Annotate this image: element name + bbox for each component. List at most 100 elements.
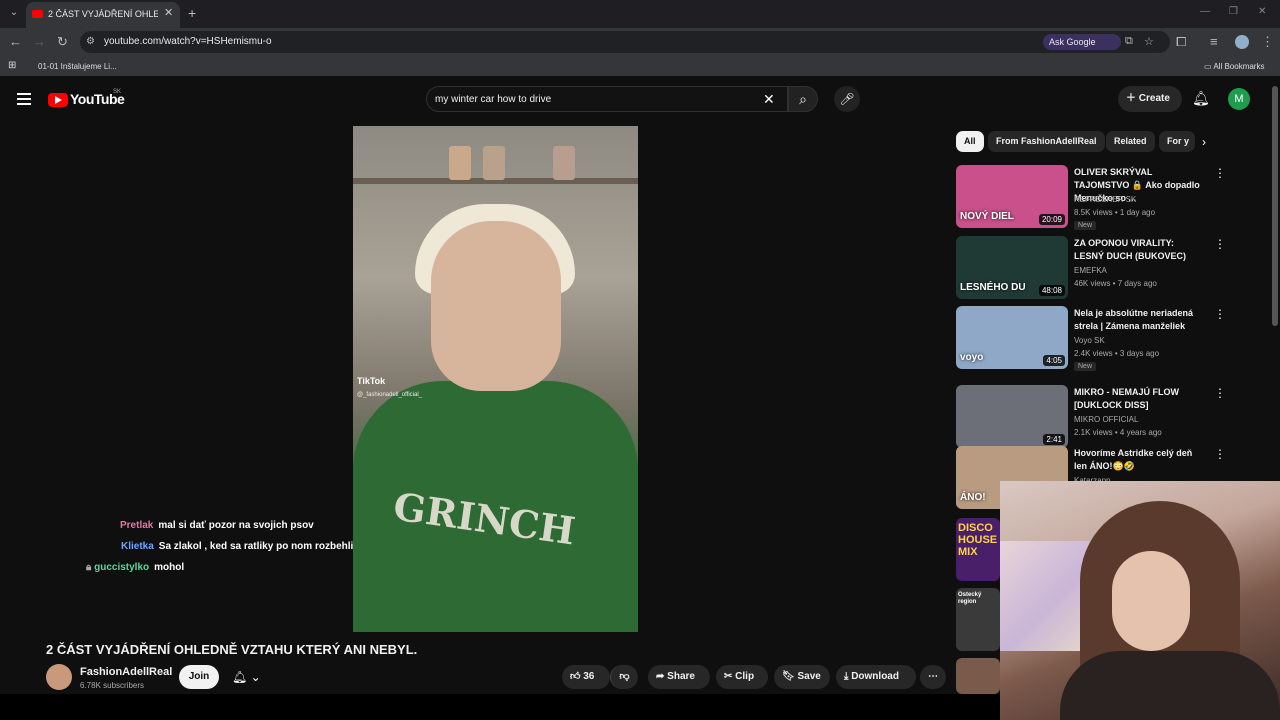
- bookmark-icon: 🔖︎: [782, 671, 795, 682]
- channel-avatar[interactable]: [46, 664, 72, 690]
- address-bar[interactable]: ⚙ youtube.com/watch?v=HSHemismu-o Ask Go…: [80, 31, 1170, 53]
- join-button[interactable]: Join: [179, 665, 219, 689]
- chevron-right-icon[interactable]: ›: [1202, 135, 1206, 149]
- channel-name[interactable]: FashionAdellReal: [80, 666, 172, 678]
- rec-more-icon[interactable]: ⋮: [1214, 447, 1226, 461]
- all-bookmarks-button[interactable]: ▭ All Bookmarks: [1204, 62, 1264, 71]
- rec-title[interactable]: Nela je absolútne neriadená strela | Zám…: [1074, 307, 1206, 333]
- country-code: SK: [113, 89, 122, 95]
- rec-thumbnail[interactable]: [956, 658, 1000, 694]
- rec-title[interactable]: ZA OPONOU VIRALITY: LESNÝ DUCH (BUKOVEC): [1074, 237, 1206, 263]
- browser-tabstrip: ⌄ 2 ČÁST VYJÁDŘENÍ OHLEDNĚ V ✕ + — ❐ ✕: [0, 0, 1280, 28]
- video-jar: [553, 146, 575, 180]
- chip-for-you[interactable]: For y: [1159, 131, 1195, 152]
- create-label: Create: [1138, 93, 1170, 104]
- download-label: Download: [851, 671, 899, 682]
- create-button[interactable]: ＋ Create: [1118, 86, 1182, 112]
- maximize-icon[interactable]: ❐: [1229, 6, 1238, 17]
- search-icon: ⌕: [799, 91, 807, 107]
- bottom-strip: [0, 694, 1000, 720]
- browser-menu-icon[interactable]: ⋮: [1261, 34, 1274, 50]
- download-icon: ⤓: [844, 671, 849, 682]
- clip-label: Clip: [735, 671, 755, 682]
- notifications-bell-icon[interactable]: 🔔︎: [1192, 90, 1210, 107]
- chat-username: Pretlak: [120, 520, 154, 531]
- ask-google-label: Ask Google: [1049, 37, 1096, 47]
- rec-channel[interactable]: REFRESHER SK: [1074, 195, 1136, 204]
- reload-icon[interactable]: ↻: [57, 34, 68, 50]
- reading-list-icon[interactable]: ≡: [1210, 34, 1218, 49]
- search-query[interactable]: my winter car how to drive: [435, 94, 551, 105]
- video-face: [431, 221, 561, 391]
- chat-message: Pretlak mal si dať pozor na svojich psov: [120, 520, 314, 531]
- video-player[interactable]: GRINCH TikTok @_fashionadell_official_: [353, 126, 638, 632]
- tab-close-icon[interactable]: ✕: [164, 6, 173, 19]
- webcam-face: [1112, 551, 1190, 651]
- rec-more-icon[interactable]: ⋮: [1214, 166, 1226, 180]
- rec-views: 2.4K views • 3 days ago: [1074, 349, 1160, 358]
- site-info-icon[interactable]: ⚙: [86, 36, 95, 47]
- rec-channel[interactable]: MIKRO OFFICIAL: [1074, 415, 1138, 424]
- bookmark-label: 01-01 Inštalujeme Li...: [38, 62, 117, 71]
- rec-thumbnail[interactable]: Ostecký region: [956, 588, 1000, 651]
- rec-more-icon[interactable]: ⋮: [1214, 237, 1226, 251]
- rec-channel[interactable]: Voyo SK: [1074, 336, 1105, 345]
- search-input[interactable]: my winter car how to drive ✕: [426, 86, 788, 112]
- account-avatar[interactable]: M: [1228, 88, 1250, 110]
- url-text[interactable]: youtube.com/watch?v=HSHemismu-o: [104, 36, 272, 47]
- lock-icon: 🔒︎: [86, 562, 92, 573]
- like-button[interactable]: 👍︎ 36: [562, 665, 610, 689]
- voice-search-button[interactable]: 🎤︎: [834, 86, 860, 112]
- youtube-favicon-icon: [32, 10, 43, 18]
- page-scrollbar[interactable]: [1272, 86, 1278, 326]
- browser-tab-active[interactable]: 2 ČÁST VYJÁDŘENÍ OHLEDNĚ V ✕: [26, 2, 180, 28]
- profile-avatar[interactable]: [1235, 35, 1249, 49]
- rec-thumb-text: Ostecký region: [958, 592, 982, 605]
- clear-search-icon[interactable]: ✕: [763, 91, 775, 108]
- window-close-icon[interactable]: ✕: [1258, 6, 1266, 17]
- rec-channel[interactable]: EMEFKA: [1074, 266, 1107, 275]
- tab-search-chevron-icon[interactable]: ⌄: [6, 5, 22, 21]
- install-app-icon[interactable]: ⧉: [1125, 35, 1133, 48]
- rec-views: 2.1K views • 4 years ago: [1074, 428, 1162, 437]
- new-tab-icon[interactable]: +: [188, 5, 196, 21]
- bookmarks-bar: ⊞ 01-01 Inštalujeme Li... ▭ All Bookmark…: [0, 56, 1280, 76]
- dislike-button[interactable]: 👎︎: [610, 665, 638, 689]
- youtube-logo-icon[interactable]: [48, 93, 68, 107]
- rec-views: 46K views • 7 days ago: [1074, 279, 1157, 288]
- rec-thumb-text: NOVÝ DIEL: [960, 211, 1014, 222]
- rec-thumbnail[interactable]: LESNÉHO DU 48:08: [956, 236, 1068, 299]
- rec-title[interactable]: MIKRO - NEMAJÚ FLOW [DUKLOCK DISS]: [1074, 386, 1206, 412]
- more-horizontal-icon: ⋯: [928, 671, 938, 682]
- video-title: 2 ČÁST VYJÁDŘENÍ OHLEDNĚ VZTAHU KTERÝ AN…: [46, 642, 418, 657]
- ask-google-button[interactable]: Ask Google: [1043, 34, 1121, 50]
- search-button[interactable]: ⌕: [788, 86, 818, 112]
- download-button[interactable]: ⤓ Download: [836, 665, 916, 689]
- rec-more-icon[interactable]: ⋮: [1214, 307, 1226, 321]
- rec-thumbnail[interactable]: NOVÝ DIEL 20:09: [956, 165, 1068, 228]
- chat-text: mal si dať pozor na svojich psov: [158, 520, 314, 531]
- rec-title[interactable]: Hovoríme Astridke celý deň len ÁNO!😳🤣: [1074, 447, 1206, 473]
- chip-related[interactable]: Related: [1106, 131, 1155, 152]
- minimize-icon[interactable]: —: [1200, 6, 1210, 17]
- extensions-icon[interactable]: ⧠: [1176, 34, 1186, 50]
- webcam-body: [1060, 651, 1280, 720]
- apps-grid-icon[interactable]: ⊞: [8, 60, 16, 71]
- back-icon[interactable]: ←: [9, 34, 22, 49]
- chip-all[interactable]: All: [956, 131, 984, 152]
- forward-icon[interactable]: →: [33, 34, 46, 49]
- subscription-bell-button[interactable]: 🔔︎ ⌄: [226, 665, 272, 689]
- chip-from-channel[interactable]: From FashionAdellReal: [988, 131, 1105, 152]
- guide-menu-icon[interactable]: [17, 93, 31, 105]
- clip-button[interactable]: ✂ Clip: [716, 665, 768, 689]
- rec-thumbnail[interactable]: 2:41: [956, 385, 1068, 448]
- tiktok-watermark: TikTok: [357, 376, 386, 386]
- rec-more-icon[interactable]: ⋮: [1214, 386, 1226, 400]
- save-button[interactable]: 🔖︎ Save: [774, 665, 830, 689]
- bookmark-star-icon[interactable]: ☆: [1144, 35, 1154, 48]
- rec-thumbnail[interactable]: voyo 4:05: [956, 306, 1068, 369]
- share-button[interactable]: ➦ Share: [648, 665, 710, 689]
- rec-thumbnail[interactable]: DISCO HOUSE MIX: [956, 518, 1000, 581]
- bookmark-item[interactable]: 01-01 Inštalujeme Li...: [38, 62, 117, 71]
- more-actions-button[interactable]: ⋯: [920, 665, 946, 689]
